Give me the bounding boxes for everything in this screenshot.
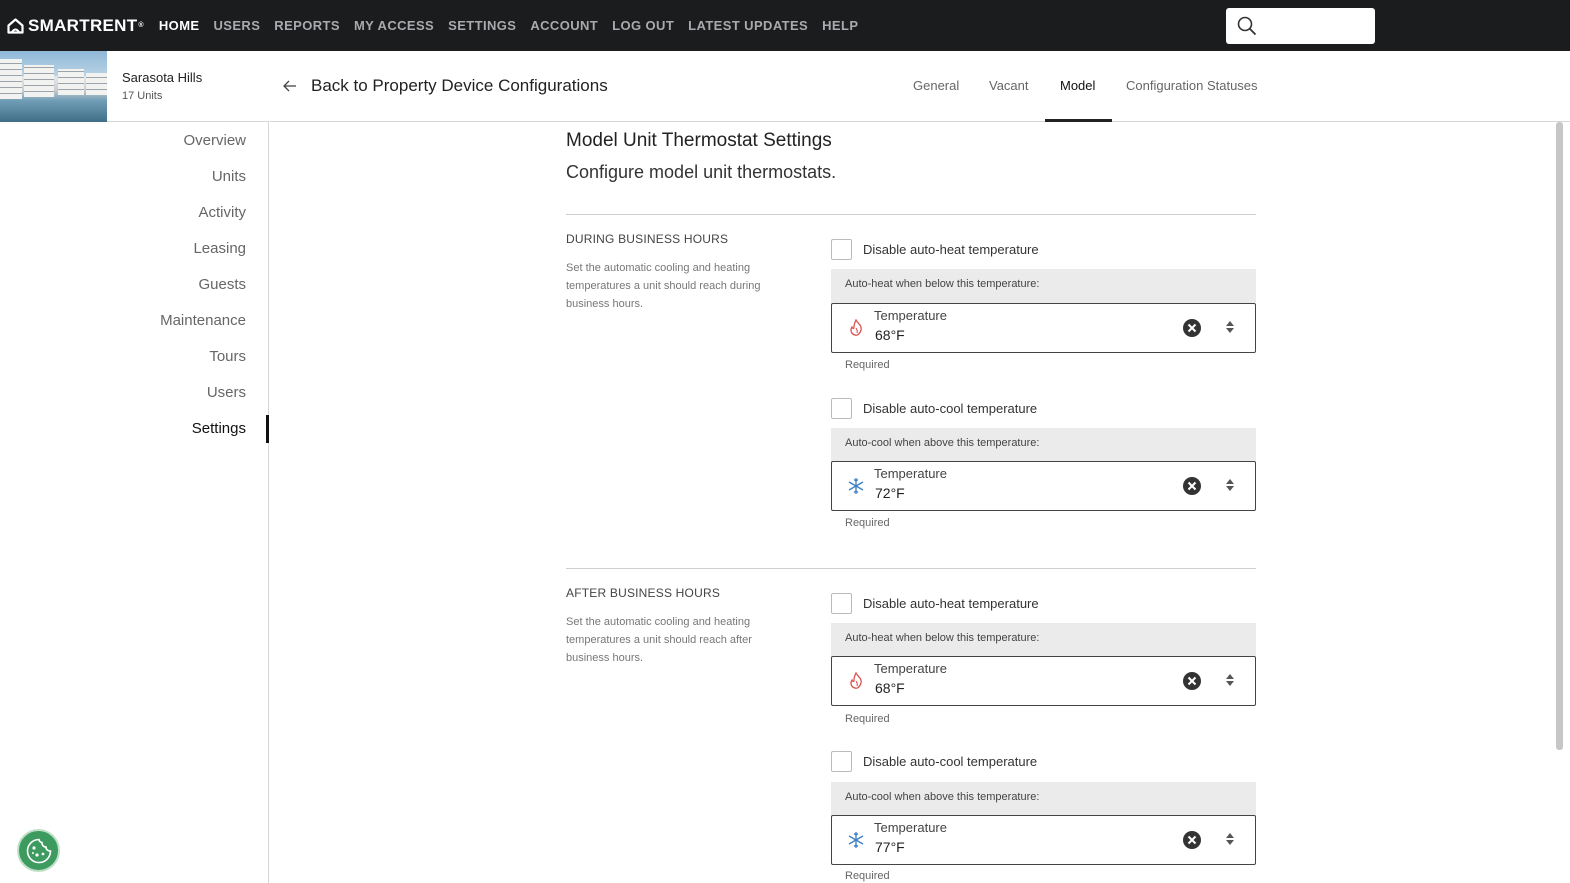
cool-temperature-select[interactable]: Temperature 77°F xyxy=(831,815,1256,865)
back-link-label: Back to Property Device Configurations xyxy=(311,76,608,95)
home-logo-icon xyxy=(7,17,24,34)
cookie-icon xyxy=(26,838,51,863)
nav-account[interactable]: ACCOUNT xyxy=(530,18,598,33)
tab-general[interactable]: General xyxy=(913,78,959,93)
brand-trademark: ® xyxy=(138,22,144,29)
active-tab-underline xyxy=(1045,119,1112,122)
heat-field-label: Temperature xyxy=(874,661,947,676)
cool-field-header: Auto-cool when above this temperature: xyxy=(831,782,1256,816)
flame-icon xyxy=(850,672,862,689)
tab-configuration-statuses[interactable]: Configuration Statuses xyxy=(1126,78,1258,93)
heat-temperature-select[interactable]: Temperature 68°F xyxy=(831,303,1256,353)
disable-cool-checkbox[interactable] xyxy=(831,398,852,419)
nav-help[interactable]: HELP xyxy=(822,18,858,33)
disable-heat-checkbox-row[interactable]: Disable auto-heat temperature xyxy=(831,239,1039,260)
cool-required-hint: Required xyxy=(845,870,890,882)
main-nav: HOME USERS REPORTS MY ACCESS SETTINGS AC… xyxy=(159,18,873,33)
page-scrollbar-thumb[interactable] xyxy=(1556,122,1563,750)
cool-field-header: Auto-cool when above this temperature: xyxy=(831,428,1256,462)
snowflake-icon xyxy=(848,478,864,494)
disable-heat-checkbox[interactable] xyxy=(831,593,852,614)
cool-field-label: Temperature xyxy=(874,466,947,481)
sidebar-item-units[interactable]: Units xyxy=(212,168,246,185)
cool-required-hint: Required xyxy=(845,517,890,529)
sidebar-item-users[interactable]: Users xyxy=(207,384,246,401)
heat-field-value: 68°F xyxy=(875,680,905,696)
property-photo xyxy=(0,51,107,122)
nav-settings[interactable]: SETTINGS xyxy=(448,18,516,33)
sort-arrows-icon[interactable] xyxy=(1225,673,1235,687)
sort-arrows-icon[interactable] xyxy=(1225,478,1235,492)
sidebar-item-settings[interactable]: Settings xyxy=(192,420,246,437)
clear-icon[interactable] xyxy=(1182,476,1202,496)
snowflake-icon xyxy=(848,832,864,848)
section-divider xyxy=(566,568,1256,569)
property-name: Sarasota Hills xyxy=(122,70,203,85)
sidebar-item-overview[interactable]: Overview xyxy=(183,132,246,149)
disable-heat-checkbox[interactable] xyxy=(831,239,852,260)
subheader: Back to Property Device Configurations G… xyxy=(270,51,1570,122)
disable-heat-label: Disable auto-heat temperature xyxy=(863,596,1039,611)
nav-my-access[interactable]: MY ACCESS xyxy=(354,18,434,33)
cool-field-value: 72°F xyxy=(875,485,905,501)
smartrent-logo[interactable]: SMARTRENT ® xyxy=(7,16,144,36)
page-subtitle: Configure model unit thermostats. xyxy=(566,162,837,182)
back-link[interactable]: Back to Property Device Configurations xyxy=(283,76,608,96)
sidebar-item-tours[interactable]: Tours xyxy=(209,348,246,365)
arrow-left-icon xyxy=(283,80,296,92)
heat-field-header: Auto-heat when below this temperature: xyxy=(831,623,1256,657)
section-desc-during: Set the automatic cooling and heating te… xyxy=(566,262,761,310)
nav-reports[interactable]: REPORTS xyxy=(274,18,340,33)
sidebar-active-indicator xyxy=(266,415,269,443)
nav-log-out[interactable]: LOG OUT xyxy=(612,18,674,33)
sidebar-item-maintenance[interactable]: Maintenance xyxy=(160,312,246,329)
tab-vacant[interactable]: Vacant xyxy=(989,78,1029,93)
sidebar-item-leasing[interactable]: Leasing xyxy=(193,240,246,257)
search-icon xyxy=(1237,16,1257,36)
disable-cool-label: Disable auto-cool temperature xyxy=(863,401,1038,416)
property-card[interactable]: Sarasota Hills 17 Units xyxy=(0,51,269,122)
disable-cool-label: Disable auto-cool temperature xyxy=(863,754,1038,769)
heat-field-header: Auto-heat when below this temperature: xyxy=(831,269,1256,303)
top-navbar: SMARTRENT ® HOME USERS REPORTS MY ACCESS … xyxy=(0,0,1570,51)
nav-users[interactable]: USERS xyxy=(214,18,261,33)
clear-icon[interactable] xyxy=(1182,671,1202,691)
sidebar-item-guests[interactable]: Guests xyxy=(198,276,246,293)
search-input[interactable] xyxy=(1226,8,1375,44)
heat-required-hint: Required xyxy=(845,713,890,725)
sort-arrows-icon[interactable] xyxy=(1225,320,1235,334)
cool-temperature-select[interactable]: Temperature 72°F xyxy=(831,461,1256,511)
nav-home[interactable]: HOME xyxy=(159,18,200,33)
disable-heat-label: Disable auto-heat temperature xyxy=(863,242,1039,257)
heat-temperature-select[interactable]: Temperature 68°F xyxy=(831,656,1256,706)
page-title: Model Unit Thermostat Settings xyxy=(566,130,832,151)
section-title-during: DURING BUSINESS HOURS xyxy=(566,232,729,246)
sort-arrows-icon[interactable] xyxy=(1225,832,1235,846)
heat-field-label: Temperature xyxy=(874,308,947,323)
clear-icon[interactable] xyxy=(1182,318,1202,338)
flame-icon xyxy=(850,319,862,336)
sidebar-item-activity[interactable]: Activity xyxy=(198,204,246,221)
disable-cool-checkbox-row[interactable]: Disable auto-cool temperature xyxy=(831,398,1037,419)
brand-name: SMARTRENT xyxy=(28,15,138,35)
tab-model[interactable]: Model xyxy=(1060,78,1095,93)
section-divider xyxy=(566,214,1256,215)
clear-icon[interactable] xyxy=(1182,830,1202,850)
property-units: 17 Units xyxy=(122,90,163,102)
disable-cool-checkbox[interactable] xyxy=(831,751,852,772)
disable-heat-checkbox-row[interactable]: Disable auto-heat temperature xyxy=(831,593,1039,614)
section-desc-after: Set the automatic cooling and heating te… xyxy=(566,616,752,664)
section-title-after: AFTER BUSINESS HOURS xyxy=(566,586,721,600)
cool-field-value: 77°F xyxy=(875,839,905,855)
heat-required-hint: Required xyxy=(845,359,890,371)
cookie-settings-button[interactable] xyxy=(17,829,60,872)
sidebar: Overview Units Activity Leasing Guests M… xyxy=(0,122,269,883)
heat-field-value: 68°F xyxy=(875,327,905,343)
nav-latest-updates[interactable]: LATEST UPDATES xyxy=(688,18,808,33)
cool-field-label: Temperature xyxy=(874,820,947,835)
disable-cool-checkbox-row[interactable]: Disable auto-cool temperature xyxy=(831,751,1037,772)
